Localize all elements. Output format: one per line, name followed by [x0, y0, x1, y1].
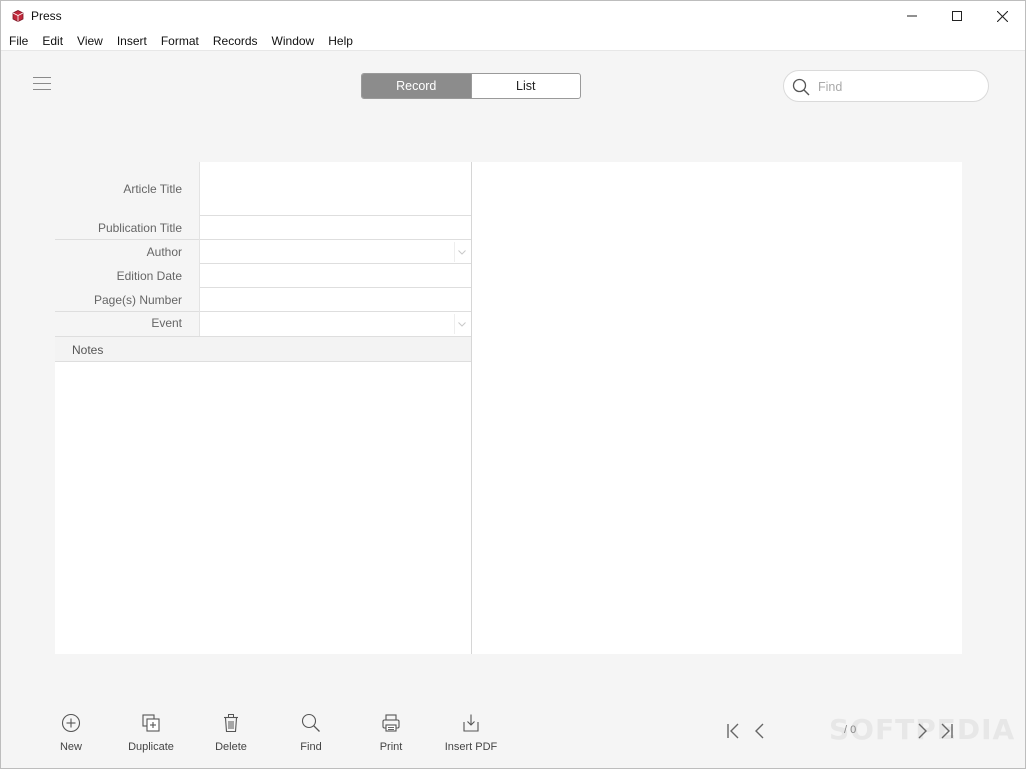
last-record-icon[interactable] — [937, 721, 955, 741]
minimize-button[interactable] — [889, 1, 935, 31]
insert-pdf-button[interactable]: Insert PDF — [436, 711, 506, 755]
pages-number-label: Page(s) Number — [93, 293, 182, 307]
trash-icon — [224, 714, 238, 733]
chevron-down-icon[interactable] — [454, 242, 468, 262]
search-icon — [792, 78, 810, 96]
previous-record-icon[interactable] — [751, 721, 769, 741]
record-count: / 0 — [844, 724, 857, 736]
next-record-icon[interactable] — [913, 721, 931, 741]
menu-file[interactable]: File — [9, 34, 28, 48]
notes-label: Notes — [72, 343, 104, 357]
record-view-button[interactable]: Record — [362, 74, 471, 98]
delete-record-button[interactable]: Delete — [196, 711, 266, 755]
find-records-button[interactable]: Find — [276, 711, 346, 755]
view-toggle: Record List — [361, 73, 581, 99]
event-label: Event — [151, 316, 182, 330]
field-values — [199, 162, 472, 336]
menu-insert[interactable]: Insert — [117, 34, 147, 48]
printer-icon — [382, 714, 400, 732]
duplicate-label: Duplicate — [128, 741, 174, 753]
magnifier-icon — [301, 713, 320, 732]
close-icon — [996, 10, 1008, 22]
event-dropdown[interactable] — [200, 312, 472, 335]
app-window: Press File Edit View Insert Format Recor… — [0, 0, 1026, 769]
edition-date-label: Edition Date — [116, 269, 182, 283]
article-title-field[interactable] — [200, 162, 472, 215]
divider — [55, 239, 199, 240]
record-form: Article Title Publication Title Author E… — [55, 162, 962, 654]
edition-date-field[interactable] — [200, 264, 472, 287]
find-label: Find — [300, 741, 322, 753]
plus-circle-icon — [61, 713, 81, 733]
maximize-button[interactable] — [934, 1, 980, 31]
title-bar: Press — [1, 1, 1025, 31]
search-box — [783, 70, 989, 102]
menu-bar: File Edit View Insert Format Records Win… — [1, 31, 1025, 51]
attachment-preview-pane[interactable] — [471, 162, 962, 654]
pages-number-field[interactable] — [200, 288, 472, 311]
window-title: Press — [31, 9, 62, 23]
delete-label: Delete — [215, 741, 247, 753]
duplicate-record-button[interactable]: Duplicate — [116, 711, 186, 755]
notes-textarea[interactable] — [55, 362, 471, 654]
publication-title-field[interactable] — [200, 216, 472, 239]
menu-view[interactable]: View — [77, 34, 103, 48]
list-view-button[interactable]: List — [470, 74, 581, 98]
article-title-label: Article Title — [123, 182, 182, 196]
menu-help[interactable]: Help — [328, 34, 353, 48]
new-label: New — [59, 741, 82, 753]
close-button[interactable] — [979, 1, 1025, 31]
first-record-icon[interactable] — [725, 721, 743, 741]
print-button[interactable]: Print — [356, 711, 426, 755]
author-dropdown[interactable] — [200, 240, 472, 263]
publication-title-label: Publication Title — [97, 221, 182, 235]
menu-window[interactable]: Window — [272, 34, 315, 48]
search-input[interactable] — [818, 78, 978, 96]
menu-records[interactable]: Records — [213, 34, 258, 48]
download-tray-icon — [463, 714, 479, 732]
duplicate-icon — [142, 714, 160, 732]
field-labels: Article Title Publication Title Author E… — [55, 162, 199, 336]
menu-edit[interactable]: Edit — [42, 34, 63, 48]
divider — [55, 311, 199, 312]
insert-pdf-label: Insert PDF — [444, 741, 498, 753]
menu-format[interactable]: Format — [161, 34, 199, 48]
sidebar-toggle-menu-icon[interactable] — [33, 77, 51, 93]
maximize-icon — [952, 11, 962, 21]
chevron-down-icon[interactable] — [454, 314, 468, 334]
new-record-button[interactable]: New — [36, 711, 106, 755]
author-label: Author — [146, 245, 182, 259]
print-label: Print — [379, 741, 403, 753]
app-logo-icon — [12, 10, 24, 22]
notes-header: Notes — [55, 336, 471, 362]
minimize-icon — [907, 15, 917, 17]
